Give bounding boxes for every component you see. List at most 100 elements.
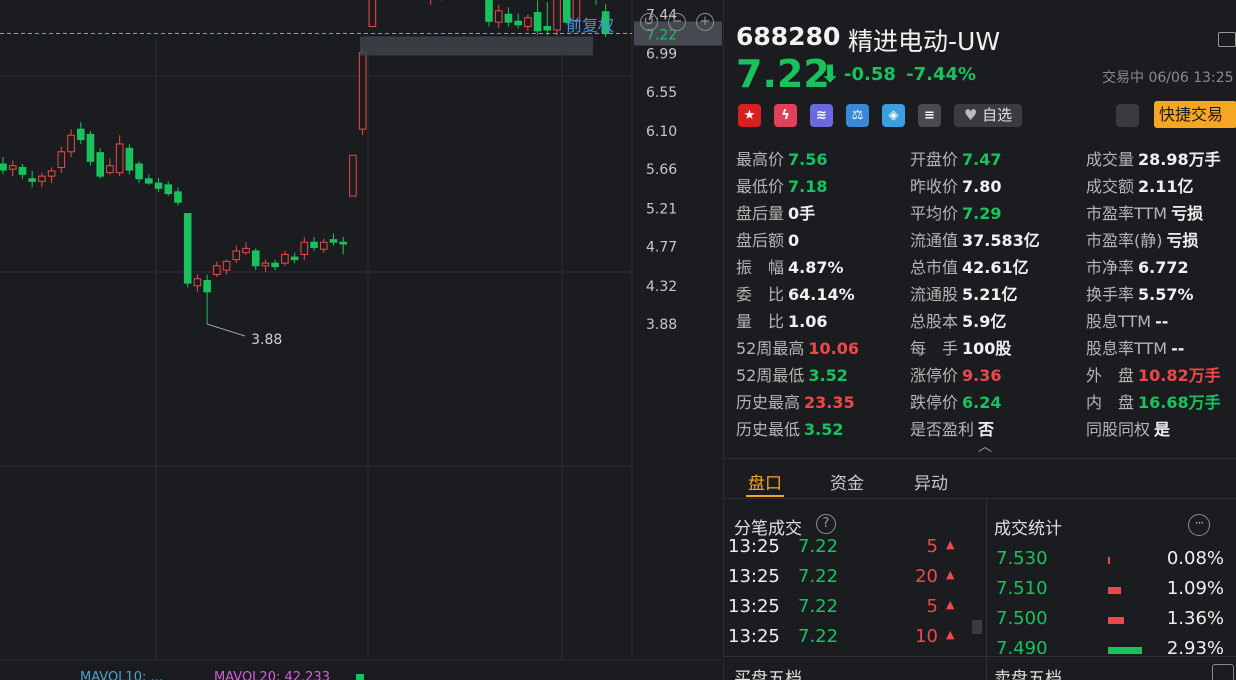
- volume-stat-bar: [1108, 647, 1142, 654]
- bell-icon[interactable]: [1116, 104, 1139, 127]
- stat-label: 历史最高: [736, 393, 801, 412]
- stat-label: 总市值: [910, 258, 959, 277]
- candle-body: [38, 175, 46, 182]
- price-highlight-band: [360, 36, 593, 56]
- stat-label: 盘后量: [736, 204, 785, 223]
- adjust-mode-button[interactable]: 前复权: [566, 12, 614, 36]
- reset-icon[interactable]: ↺: [640, 13, 658, 31]
- heart-icon: ♥: [963, 106, 978, 124]
- stat-value: 7.80: [962, 177, 1002, 196]
- stat-label: 股息率TTM: [1086, 339, 1168, 358]
- candle-body: [213, 265, 221, 275]
- stat-row: 股息TTM --: [1086, 308, 1168, 332]
- more-icon[interactable]: ···: [1188, 514, 1210, 536]
- candle-body: [86, 133, 95, 162]
- candle-body: [494, 10, 503, 23]
- tag-icon[interactable]: ◈: [882, 104, 905, 127]
- tab-movement[interactable]: 异动: [914, 469, 948, 494]
- stat-row: 每 手 100股: [910, 335, 1011, 359]
- stat-value: 0手: [788, 204, 816, 223]
- china-flag-icon: ★: [738, 104, 761, 127]
- stat-label: 最高价: [736, 150, 785, 169]
- candle-body: [106, 165, 114, 174]
- volume-stat-bar: [1108, 617, 1124, 624]
- stat-value: 64.14%: [788, 285, 855, 304]
- stat-label: 市净率: [1086, 258, 1135, 277]
- stat-row: 历史最低 3.52: [736, 416, 844, 440]
- price-axis-label: 5.21: [646, 201, 677, 217]
- tab-orderbook[interactable]: 盘口: [748, 469, 782, 494]
- add-watchlist-button[interactable]: ♥ 自选: [954, 104, 1022, 127]
- lightning-icon[interactable]: ϟ: [774, 104, 797, 127]
- help-icon[interactable]: ?: [816, 514, 836, 534]
- price-axis-label: 6.99: [646, 46, 677, 62]
- price-axis-label: 6.55: [646, 85, 677, 101]
- mavol10-label: MAVOL10: ...: [80, 670, 163, 680]
- ticks-title: 分笔成交: [734, 519, 802, 539]
- candle-body: [174, 191, 182, 203]
- stat-label: 开盘价: [910, 150, 959, 169]
- stat-value: 2.11亿: [1138, 177, 1194, 196]
- candle-body: [47, 170, 56, 177]
- divider: [724, 458, 1236, 459]
- stat-label: 市盈率TTM: [1086, 204, 1168, 223]
- collapse-caret-icon[interactable]: ︿: [978, 436, 992, 456]
- stat-label: 最低价: [736, 177, 785, 196]
- volume-stat-price: 7.500: [996, 608, 1048, 629]
- stat-row: 内 盘 16.68万手: [1086, 389, 1221, 413]
- stat-value: 0: [788, 231, 800, 250]
- stat-value: 28.98万手: [1138, 150, 1221, 169]
- stat-row: 盘后量 0手: [736, 200, 815, 224]
- stock-code: 688280: [736, 22, 841, 51]
- stat-value: 10.06: [808, 339, 859, 358]
- stat-value: 亏损: [1171, 204, 1204, 223]
- balance-icon[interactable]: ⚖: [846, 104, 869, 127]
- stat-label: 量 比: [736, 312, 785, 331]
- candle-body: [0, 163, 7, 171]
- zoom-in-icon[interactable]: +: [696, 13, 714, 31]
- quick-trade-button[interactable]: 快捷交易: [1154, 101, 1236, 128]
- stat-row: 成交量 28.98万手: [1086, 146, 1221, 170]
- candle-body: [533, 12, 542, 32]
- stat-row: 最低价 7.18: [736, 173, 828, 197]
- stat-row: 开盘价 7.47: [910, 146, 1002, 170]
- sell-depth-title: 卖盘五档: [994, 669, 1062, 680]
- document-icon[interactable]: ≡: [918, 104, 941, 127]
- stat-value: 3.52: [804, 420, 844, 439]
- candle-body: [76, 128, 85, 141]
- stat-value: 100股: [962, 339, 1012, 358]
- stat-label: 外 盘: [1086, 366, 1135, 385]
- stat-row: 盘后额 0: [736, 227, 799, 251]
- stat-label: 内 盘: [1086, 393, 1135, 412]
- stock-name: 精进电动-UW: [848, 27, 1001, 56]
- stat-label: 流通值: [910, 231, 959, 250]
- candle-body: [358, 52, 367, 130]
- stat-row: 总市值 42.61亿: [910, 254, 1029, 278]
- stat-label: 52周最高: [736, 339, 805, 358]
- stat-label: 历史最低: [736, 420, 801, 439]
- candle-body: [57, 151, 66, 168]
- volume-stat-percent: 2.93%: [1166, 638, 1224, 654]
- stat-row: 总股本 5.9亿: [910, 308, 1006, 332]
- zoom-out-icon[interactable]: −: [668, 13, 686, 31]
- stat-row: 昨收价 7.80: [910, 173, 1002, 197]
- stat-value: 7.56: [788, 150, 828, 169]
- stat-label: 振 幅: [736, 258, 785, 277]
- candle-body: [115, 143, 124, 174]
- kline-chart-panel[interactable]: 10.119.669.228.778.337.887.446.996.556.1…: [0, 0, 722, 680]
- candle-body: [349, 154, 357, 197]
- volume-stats-list[interactable]: 7.530 0.08% 7.510 1.09% 7.500 1.36% 7.490 2.93%: [724, 538, 1236, 654]
- candle-body: [18, 166, 27, 175]
- menu-icon[interactable]: [1218, 32, 1236, 47]
- stat-value: --: [1171, 339, 1185, 358]
- stack-icon[interactable]: ≋: [810, 104, 833, 127]
- stat-row: 最高价 7.56: [736, 146, 828, 170]
- volume-marker: [356, 674, 364, 680]
- tab-capital[interactable]: 资金: [830, 469, 864, 494]
- candle-body: [154, 182, 163, 189]
- depth-toggle-icon[interactable]: [1212, 664, 1234, 680]
- kline-chart[interactable]: 10.119.669.228.778.337.887.446.996.556.1…: [0, 0, 722, 680]
- candle-body: [28, 178, 36, 182]
- stat-value: 7.47: [962, 150, 1002, 169]
- candle-body: [281, 253, 289, 264]
